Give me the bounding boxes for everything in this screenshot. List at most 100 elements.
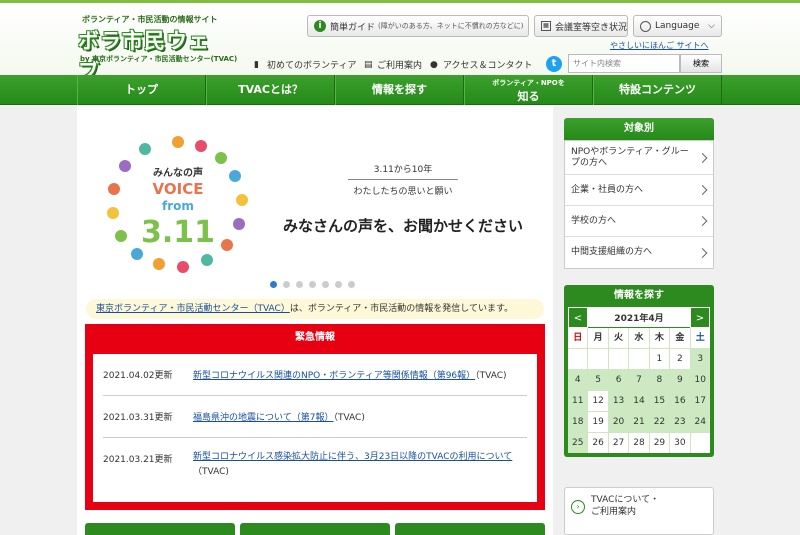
- calendar-day[interactable]: 29: [649, 433, 670, 453]
- calendar-day[interactable]: 30: [670, 433, 690, 453]
- hero-subtitle: わたしたちの思いと願い: [353, 187, 453, 197]
- bottom-button[interactable]: [240, 523, 390, 535]
- nav-top[interactable]: トップ: [77, 75, 206, 105]
- bottom-button[interactable]: [395, 523, 545, 535]
- bottom-button[interactable]: [85, 523, 235, 535]
- carousel-dot[interactable]: [335, 281, 342, 288]
- calendar-nav: < 2021年4月 >: [568, 306, 710, 328]
- calendar-day[interactable]: 1: [649, 349, 670, 369]
- calendar-day[interactable]: 24: [690, 412, 710, 432]
- weekday-header: 水: [629, 328, 649, 348]
- nav-learn[interactable]: ボランティア・NPOを 知る: [464, 75, 593, 105]
- item-link[interactable]: 新型コロナウイルス感染拡大防止に伴う、3月23日以降のTVACの利用について: [193, 452, 512, 462]
- calendar-day[interactable]: 28: [629, 433, 649, 453]
- voice-from-311-logo[interactable]: みんなの声 VOICE from 3.11: [103, 128, 253, 278]
- calendar-day[interactable]: 14: [629, 391, 649, 411]
- subnav-label: アクセス＆コンタクト: [443, 61, 533, 71]
- calendar-day[interactable]: 18: [568, 412, 588, 432]
- item-link[interactable]: 新型コロナウイルス関連のNPO・ボランティア等関係情報（第96報）: [193, 371, 475, 381]
- target-school[interactable]: 学校の方へ: [565, 206, 713, 237]
- meeting-room-button[interactable]: ▦ 会議室等空き状況: [534, 15, 628, 37]
- meeting-room-label: 会議室等空き状況: [555, 22, 628, 33]
- logo-from-text: from: [162, 199, 194, 213]
- hero-text[interactable]: 3.11から10年 わたしたちの思いと願い みなさんの声を、お聞かせください: [263, 162, 543, 236]
- easy-guide-button[interactable]: i 簡単ガイド (障がいのある方、ネットに不慣れの方などに): [307, 15, 529, 37]
- nav-search-info[interactable]: 情報を探す: [335, 75, 464, 105]
- calendar-day[interactable]: 8: [649, 370, 670, 390]
- twitter-icon[interactable]: t: [546, 56, 562, 72]
- weekday-header: 木: [649, 328, 670, 348]
- clipboard-icon: ▤: [364, 59, 373, 70]
- calendar-day[interactable]: 9: [670, 370, 690, 390]
- tvac-about-link[interactable]: › TVACについて・ ご利用案内: [564, 487, 714, 535]
- calendar-day[interactable]: 3: [690, 349, 710, 369]
- map-pin-icon: ●: [430, 59, 438, 70]
- calendar-day[interactable]: 22: [649, 412, 670, 432]
- logo-top-text: みんなの声: [153, 166, 203, 179]
- carousel-dot[interactable]: [283, 281, 290, 288]
- intro-text: は、ボランティア・市民活動の情報を発信しています。: [289, 304, 514, 314]
- calendar-day[interactable]: 16: [670, 391, 690, 411]
- list-item: 2021.03.21更新 新型コロナウイルス感染拡大防止に伴う、3月23日以降の…: [103, 438, 527, 498]
- calendar-empty-cell: [629, 349, 649, 369]
- calendar-day[interactable]: 10: [690, 370, 710, 390]
- calendar-day[interactable]: 6: [608, 370, 629, 390]
- calendar-day[interactable]: 19: [588, 412, 608, 432]
- chevron-right-icon: ›: [571, 500, 585, 514]
- prev-month-button[interactable]: <: [568, 306, 588, 328]
- site-logo[interactable]: ボラ市民ウェブ: [78, 25, 218, 83]
- main-content: みんなの声 VOICE from 3.11 3.11から10年 わたしたちの思い…: [77, 106, 553, 535]
- carousel-dot[interactable]: [322, 281, 329, 288]
- emergency-title: 緊急情報: [295, 332, 335, 343]
- tvac-about-line1: TVACについて・: [591, 495, 660, 505]
- language-label: Language: [655, 21, 700, 31]
- calendar-month: 2021年4月: [614, 313, 664, 324]
- target-company[interactable]: 企業・社員の方へ: [565, 175, 713, 206]
- logo-subtitle: by 東京ボランティア・市民活動センター(TVAC): [80, 55, 238, 63]
- hero-divider: [348, 179, 458, 180]
- subnav-access[interactable]: ● アクセス＆コンタクト: [430, 58, 533, 72]
- calendar-day[interactable]: 13: [608, 391, 629, 411]
- calendar-day[interactable]: 7: [629, 370, 649, 390]
- easy-japanese-link[interactable]: やさしいにほんご サイトへ: [610, 40, 709, 51]
- carousel-dot[interactable]: [348, 281, 355, 288]
- item-link[interactable]: 福島県沖の地震について（第7報）: [193, 413, 333, 423]
- carousel-dot[interactable]: [309, 281, 316, 288]
- nav-special-content[interactable]: 特設コンテンツ: [593, 75, 722, 105]
- carousel-dot[interactable]: [296, 281, 303, 288]
- calendar-day[interactable]: 21: [629, 412, 649, 432]
- emergency-list: 2021.04.02更新 新型コロナウイルス関連のNPO・ボランティア等関係情報…: [93, 354, 537, 502]
- next-month-button[interactable]: >: [690, 306, 710, 328]
- calendar-day[interactable]: 11: [568, 391, 588, 411]
- language-select[interactable]: Language ⌵: [633, 15, 722, 37]
- tvac-link[interactable]: 東京ボランティア・市民活動センター（TVAC）: [96, 304, 290, 314]
- item-date: 2021.04.02更新: [103, 371, 173, 381]
- calendar-day[interactable]: 27: [608, 433, 629, 453]
- item-suffix: （TVAC): [333, 413, 365, 423]
- search-button[interactable]: 検索: [680, 54, 722, 73]
- target-npo[interactable]: NPOやボランティア・グループの方へ: [565, 141, 713, 175]
- calendar-day[interactable]: 25: [568, 433, 588, 453]
- carousel-dot[interactable]: [270, 281, 277, 288]
- nav-about-tvac[interactable]: TVACとは？: [206, 75, 335, 105]
- search-input[interactable]: [568, 54, 680, 73]
- calendar-day[interactable]: 23: [670, 412, 690, 432]
- subnav-usage[interactable]: ▤ ご利用案内: [364, 58, 422, 72]
- hero-title: みなさんの声を、お聞かせください: [282, 217, 523, 235]
- calendar-day[interactable]: 4: [568, 370, 588, 390]
- tvac-about-line2: ご利用案内: [591, 507, 637, 517]
- item-suffix: （TVAC): [193, 467, 229, 477]
- calendar-day[interactable]: 15: [649, 391, 670, 411]
- calendar-day[interactable]: 17: [690, 391, 710, 411]
- calendar-day[interactable]: 26: [588, 433, 608, 453]
- calendar-day[interactable]: 12: [588, 391, 608, 411]
- calendar-day[interactable]: 2: [670, 349, 690, 369]
- emergency-info: 緊急情報 2021.04.02更新 新型コロナウイルス関連のNPO・ボランティア…: [85, 324, 545, 510]
- calendar-day[interactable]: 5: [588, 370, 608, 390]
- bottom-buttons: [85, 523, 545, 535]
- sidebar-targets: 対象別 NPOやボランティア・グループの方へ 企業・社員の方へ 学校の方へ 中間…: [564, 118, 714, 269]
- target-intermediary[interactable]: 中間支援組織の方へ: [565, 237, 713, 268]
- calendar-day[interactable]: 20: [608, 412, 629, 432]
- subnav-first-volunteer[interactable]: ▮ 初めてのボランティア: [254, 58, 356, 72]
- easy-guide-label: 簡単ガイド: [330, 22, 376, 33]
